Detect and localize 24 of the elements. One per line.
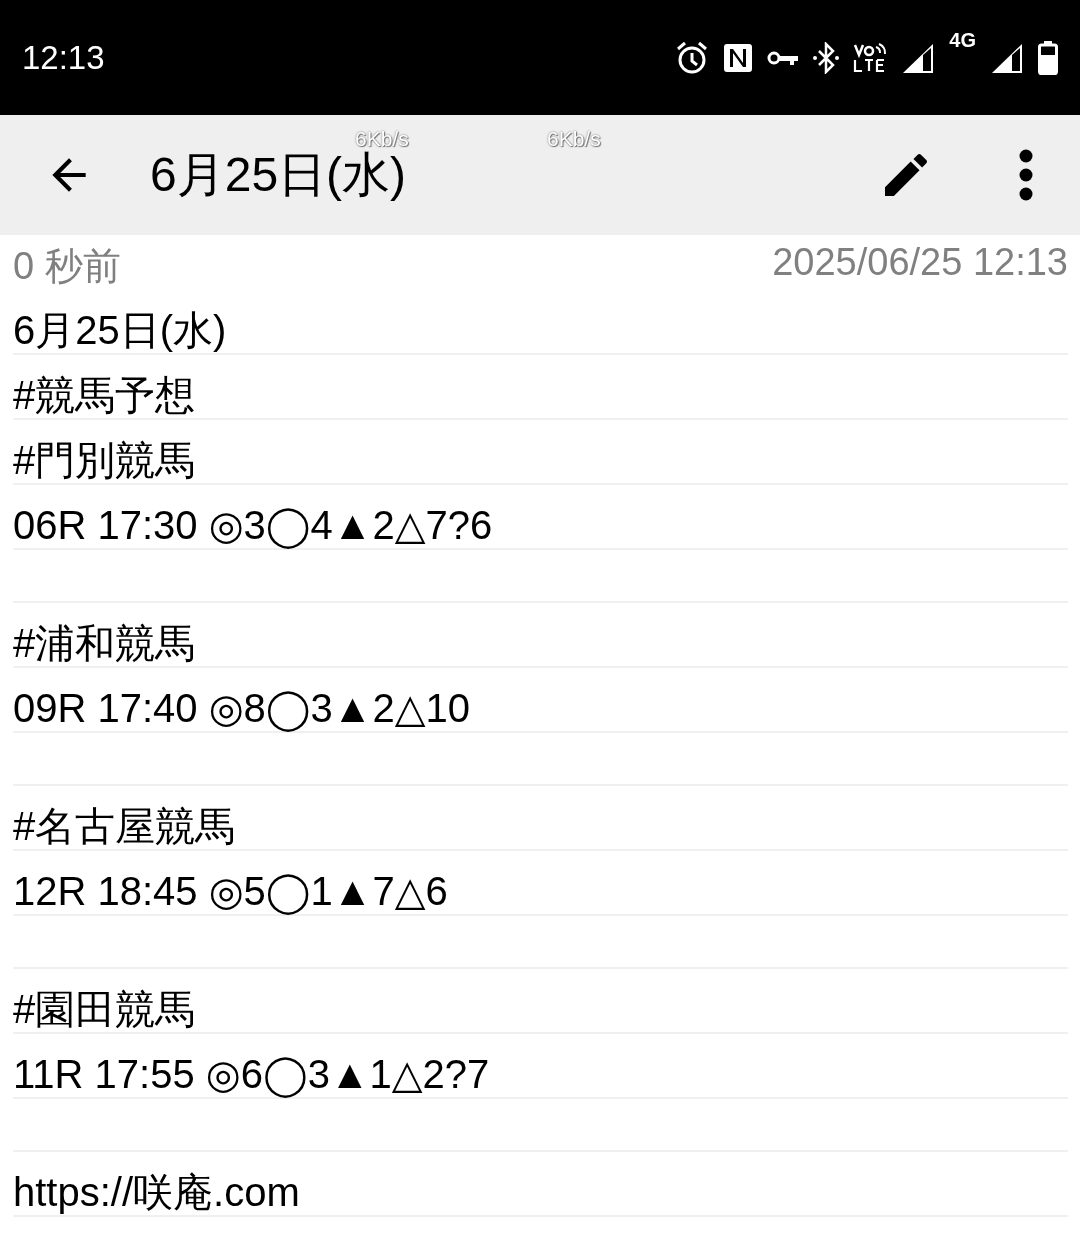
note-line: #名古屋競馬 [13, 803, 236, 849]
relative-time: 0 秒前 [13, 244, 121, 289]
note-line: 11R 17:55 ◎6◯3▲1△2?7 [13, 1051, 490, 1097]
network-type: 4G [949, 28, 976, 52]
nfc-icon [723, 42, 754, 73]
signal-icon [901, 41, 936, 74]
signal-icon [990, 41, 1024, 74]
note-line: #園田競馬 [13, 986, 196, 1032]
volte-icon [853, 42, 888, 73]
timestamp: 2025/06/25 12:13 [772, 241, 1068, 285]
clock-time: 12:13 [22, 38, 105, 77]
bluetooth-icon [813, 41, 840, 74]
note-line: 12R 18:45 ◎5◯1▲7△6 [13, 868, 448, 914]
note-line: #競馬予想 [13, 372, 196, 418]
note-line: 6月25日(水) [13, 307, 227, 353]
alarm-icon [675, 40, 710, 75]
battery-icon [1038, 40, 1058, 75]
network-speed: 6Kb/s [547, 127, 601, 151]
note-line: 06R 17:30 ◎3◯4▲2△7?6 [13, 502, 493, 548]
note-line: 09R 17:40 ◎8◯3▲2△10 [13, 685, 470, 731]
more-icon[interactable] [1018, 149, 1034, 201]
note-line: https://咲庵.com [13, 1169, 300, 1215]
note-line: #浦和競馬 [13, 620, 196, 666]
note-line: #門別競馬 [13, 437, 196, 483]
